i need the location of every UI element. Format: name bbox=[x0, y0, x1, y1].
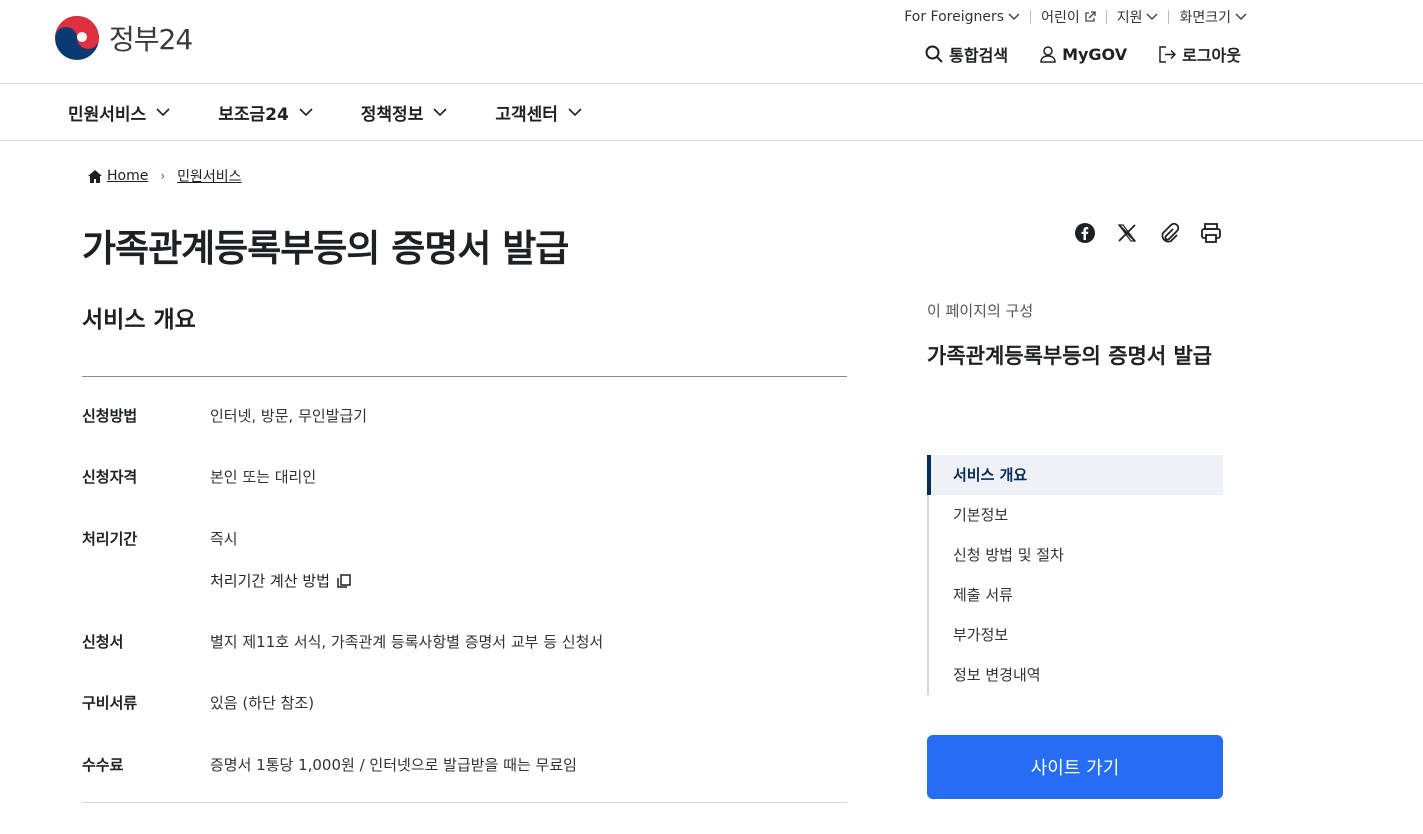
info-row: 신청서 별지 제11호 서식, 가족관계 등록사항별 증명서 교부 등 신청서 bbox=[82, 631, 603, 652]
info-value: 즉시 bbox=[210, 530, 238, 548]
nav-label: 고객센터 bbox=[495, 105, 558, 125]
x-icon[interactable] bbox=[1116, 222, 1138, 244]
site-header: 정부24 For Foreigners 어린이 지원 화면크기 통합검색 MyG… bbox=[0, 0, 1423, 84]
chevron-down-icon bbox=[1146, 13, 1158, 21]
site-logo[interactable]: 정부24 bbox=[54, 15, 193, 61]
info-label: 처리기간 bbox=[82, 530, 138, 548]
toc-item-history[interactable]: 정보 변경내역 bbox=[929, 655, 1223, 695]
util-kids[interactable]: 어린이 bbox=[1041, 7, 1096, 27]
util-label: 어린이 bbox=[1041, 10, 1080, 26]
info-value: 인터넷, 방문, 무인발급기 bbox=[210, 407, 368, 425]
logo-text: 정부24 bbox=[109, 23, 193, 56]
util-label: For Foreigners bbox=[904, 9, 1005, 25]
page-title: 가족관계등록부등의 증명서 발급 bbox=[82, 227, 569, 270]
copy-icon bbox=[337, 573, 351, 588]
toc-item-overview[interactable]: 서비스 개요 bbox=[927, 455, 1223, 495]
toc-item-additional[interactable]: 부가정보 bbox=[929, 615, 1223, 655]
search-button[interactable]: 통합검색 bbox=[925, 42, 1008, 66]
toc-item-basic-info[interactable]: 기본정보 bbox=[929, 495, 1223, 535]
info-label: 신청방법 bbox=[82, 407, 138, 425]
info-label: 구비서류 bbox=[82, 694, 138, 712]
divider bbox=[82, 802, 847, 803]
search-label: 통합검색 bbox=[949, 46, 1009, 65]
info-value: 증명서 1통당 1,000원 / 인터넷으로 발급받을 때는 무료임 bbox=[210, 756, 577, 774]
mygov-label: MyGOV bbox=[1062, 44, 1128, 64]
search-icon bbox=[925, 45, 943, 63]
info-value: 본인 또는 대리인 bbox=[210, 468, 317, 486]
chevron-right-icon: › bbox=[160, 169, 166, 183]
nav-civil-service[interactable]: 민원서비스 bbox=[68, 100, 170, 125]
info-row: 구비서류 있음 (하단 참조) bbox=[82, 692, 314, 713]
utility-nav: For Foreigners 어린이 지원 화면크기 bbox=[904, 7, 1247, 27]
logout-label: 로그아웃 bbox=[1182, 46, 1241, 65]
mygov-button[interactable]: MyGOV bbox=[1040, 42, 1127, 66]
chevron-down-icon bbox=[568, 108, 582, 117]
info-row: 신청자격 본인 또는 대리인 bbox=[82, 466, 316, 487]
chevron-down-icon bbox=[1008, 13, 1020, 21]
main-nav: 민원서비스 보조금24 정책정보 고객센터 bbox=[0, 84, 1423, 141]
divider bbox=[1168, 10, 1170, 24]
info-row: 처리기간 즉시 bbox=[82, 528, 238, 549]
nav-label: 정책정보 bbox=[360, 105, 424, 125]
info-label: 신청서 bbox=[82, 633, 124, 651]
util-label: 화면크기 bbox=[1179, 10, 1231, 26]
info-label: 수수료 bbox=[82, 756, 124, 774]
divider bbox=[82, 376, 847, 377]
util-label: 지원 bbox=[1116, 10, 1143, 26]
breadcrumb: Home › 민원서비스 bbox=[88, 166, 242, 186]
processing-period-link[interactable]: 처리기간 계산 방법 bbox=[210, 570, 352, 591]
nav-subsidy24[interactable]: 보조금24 bbox=[218, 100, 313, 125]
logout-button[interactable]: 로그아웃 bbox=[1159, 42, 1241, 66]
chevron-down-icon bbox=[299, 108, 313, 117]
nav-label: 민원서비스 bbox=[68, 105, 147, 125]
toc-caption: 이 페이지의 구성 bbox=[927, 302, 1034, 320]
taegeuk-logo-icon bbox=[55, 16, 99, 60]
info-label: 신청자격 bbox=[82, 468, 138, 486]
divider bbox=[1105, 10, 1107, 24]
header-actions: 통합검색 MyGOV 로그아웃 bbox=[925, 42, 1241, 66]
user-icon bbox=[1040, 45, 1056, 63]
external-link-icon bbox=[1085, 11, 1096, 22]
print-icon[interactable] bbox=[1200, 222, 1222, 244]
util-for-foreigners[interactable]: For Foreigners bbox=[904, 9, 1020, 25]
divider bbox=[1030, 10, 1032, 24]
info-row: 신청방법 인터넷, 방문, 무인발급기 bbox=[82, 405, 367, 426]
toc-title: 가족관계등록부등의 증명서 발급 bbox=[927, 344, 1213, 368]
logout-icon bbox=[1159, 45, 1177, 63]
clip-icon[interactable] bbox=[1158, 222, 1180, 244]
home-icon bbox=[88, 169, 102, 183]
nav-policy-info[interactable]: 정책정보 bbox=[361, 100, 448, 125]
nav-label: 보조금24 bbox=[218, 105, 289, 125]
util-support[interactable]: 지원 bbox=[1117, 7, 1159, 27]
toc-item-procedure[interactable]: 신청 방법 및 절차 bbox=[929, 535, 1223, 575]
share-tools bbox=[1074, 222, 1222, 244]
info-row: 수수료 증명서 1통당 1,000원 / 인터넷으로 발급받을 때는 무료임 bbox=[82, 754, 577, 775]
breadcrumb-current[interactable]: 민원서비스 bbox=[177, 166, 241, 186]
chevron-down-icon bbox=[433, 108, 447, 117]
go-to-site-button[interactable]: 사이트 가기 bbox=[927, 735, 1223, 799]
info-value: 있음 (하단 참조) bbox=[210, 694, 315, 712]
chevron-down-icon bbox=[156, 108, 170, 117]
section-title: 서비스 개요 bbox=[82, 307, 196, 333]
facebook-icon[interactable] bbox=[1074, 222, 1096, 244]
info-value: 별지 제11호 서식, 가족관계 등록사항별 증명서 교부 등 신청서 bbox=[210, 633, 604, 651]
util-screen-size[interactable]: 화면크기 bbox=[1179, 7, 1247, 27]
nav-customer-center[interactable]: 고객센터 bbox=[495, 100, 582, 125]
toc-item-documents[interactable]: 제출 서류 bbox=[929, 575, 1223, 615]
breadcrumb-home[interactable]: Home bbox=[107, 168, 148, 184]
chevron-down-icon bbox=[1235, 13, 1247, 21]
period-link-label: 처리기간 계산 방법 bbox=[210, 572, 330, 590]
table-of-contents: 서비스 개요 기본정보 신청 방법 및 절차 제출 서류 부가정보 정보 변경내… bbox=[927, 455, 1223, 695]
